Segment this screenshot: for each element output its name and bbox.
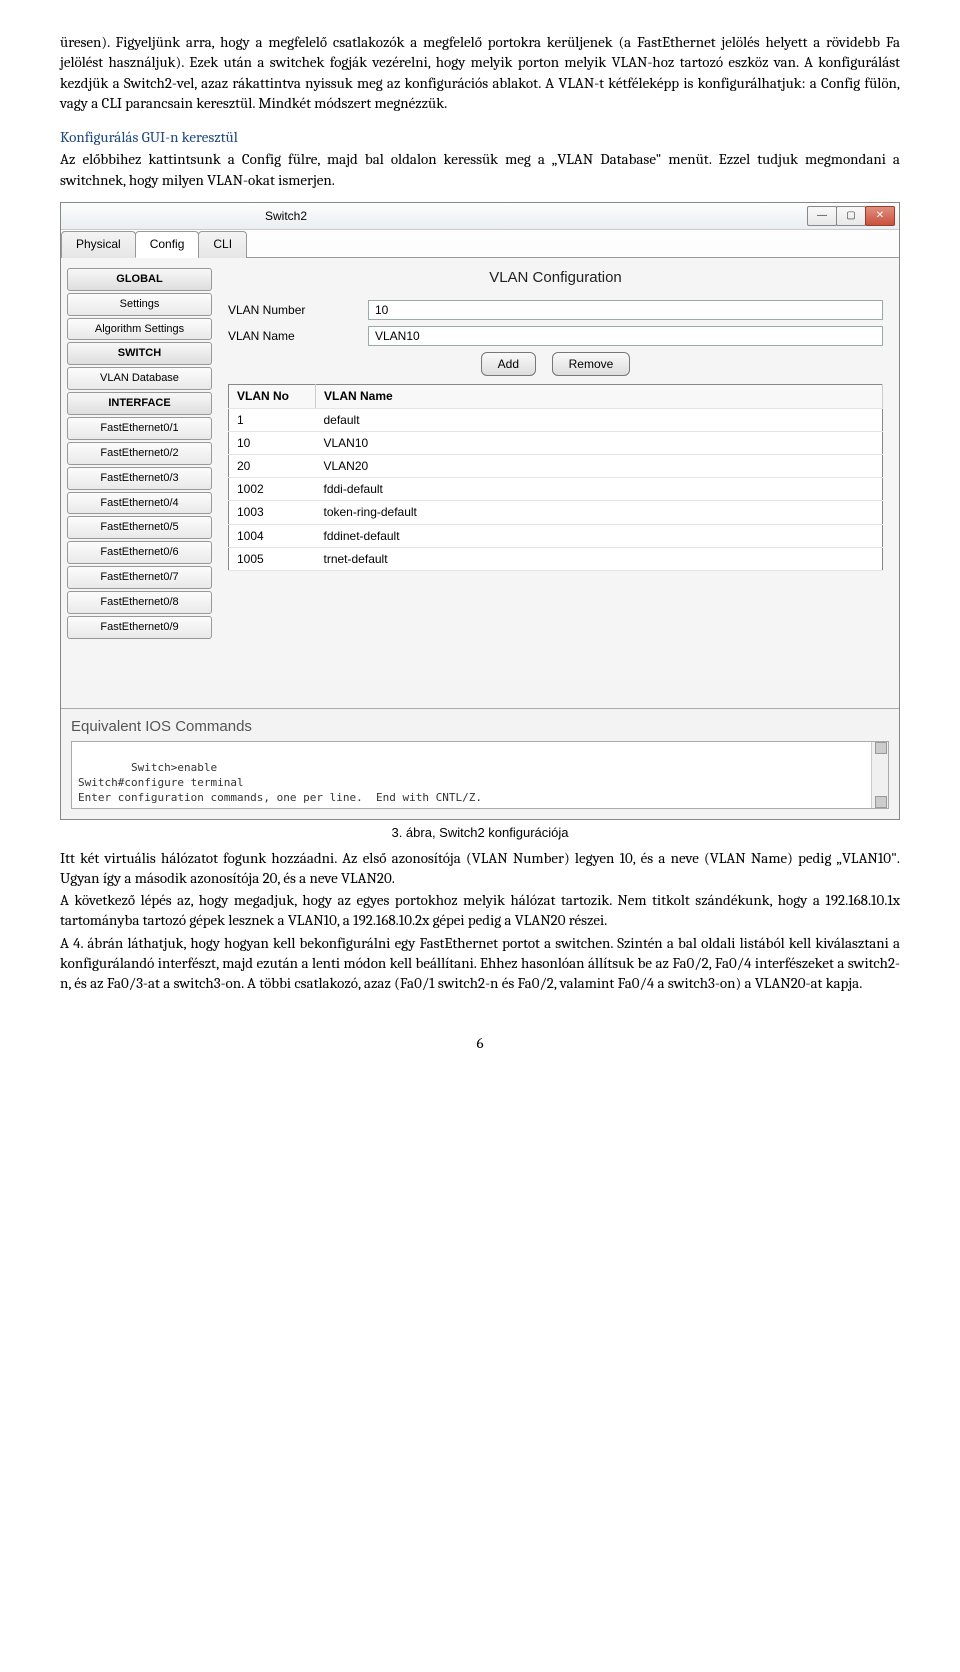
sidebar-item-port[interactable]: FastEthernet0/2	[67, 442, 212, 465]
sidebar-header-global: GLOBAL	[67, 268, 212, 291]
paragraph-2: Az előbbihez kattintsunk a Config fülre,…	[60, 149, 900, 190]
sidebar-item-port[interactable]: FastEthernet0/3	[67, 467, 212, 490]
input-vlan-name[interactable]	[368, 326, 883, 346]
input-vlan-number[interactable]	[368, 300, 883, 320]
table-row[interactable]: 20VLAN20	[229, 454, 883, 477]
paragraph-1: üresen). Figyeljünk arra, hogy a megfele…	[60, 32, 900, 113]
ios-text: Switch>enable Switch#configure terminal …	[78, 761, 482, 809]
window-title: Switch2	[265, 208, 307, 224]
table-row[interactable]: 10VLAN10	[229, 431, 883, 454]
sidebar-item-port[interactable]: FastEthernet0/6	[67, 541, 212, 564]
vlan-table: VLAN No VLAN Name 1default 10VLAN10 20VL…	[228, 384, 883, 571]
paragraph-4: A következő lépés az, hogy megadjuk, hog…	[60, 890, 900, 931]
sidebar-item-algorithm[interactable]: Algorithm Settings	[67, 318, 212, 341]
ios-title: Equivalent IOS Commands	[71, 717, 889, 737]
minimize-button[interactable]: —	[807, 206, 837, 226]
sidebar: GLOBAL Settings Algorithm Settings SWITC…	[61, 258, 218, 678]
main-panel: VLAN Configuration VLAN Number VLAN Name…	[218, 258, 899, 678]
sidebar-item-port[interactable]: FastEthernet0/5	[67, 516, 212, 539]
sidebar-item-port[interactable]: FastEthernet0/1	[67, 417, 212, 440]
figure-3: Switch2 — ▢ ✕ Physical Config CLI GLOBAL	[60, 202, 900, 820]
table-row[interactable]: 1003token-ring-default	[229, 501, 883, 524]
section-heading: Konfigurálás GUI-n keresztül	[60, 127, 900, 147]
maximize-button[interactable]: ▢	[836, 206, 866, 226]
paragraph-5: A 4. ábrán láthatjuk, hogy hogyan kell b…	[60, 933, 900, 994]
window-buttons: — ▢ ✕	[808, 206, 895, 226]
minimize-icon: —	[817, 209, 827, 223]
tab-cli[interactable]: CLI	[198, 231, 247, 258]
th-vlan-name: VLAN Name	[316, 385, 883, 408]
sidebar-item-vlandb[interactable]: VLAN Database	[67, 367, 212, 390]
th-vlan-no: VLAN No	[229, 385, 316, 408]
sidebar-item-port[interactable]: FastEthernet0/4	[67, 492, 212, 515]
sidebar-item-settings[interactable]: Settings	[67, 293, 212, 316]
add-button[interactable]: Add	[481, 352, 536, 376]
page-number: 6	[60, 1033, 900, 1053]
tab-physical[interactable]: Physical	[61, 231, 136, 258]
sidebar-item-port[interactable]: FastEthernet0/7	[67, 566, 212, 589]
figure-caption: 3. ábra, Switch2 konfigurációja	[60, 824, 900, 842]
table-row[interactable]: 1004fddinet-default	[229, 524, 883, 547]
scrollbar[interactable]	[871, 742, 888, 808]
tabs: Physical Config CLI	[61, 230, 899, 258]
config-body: GLOBAL Settings Algorithm Settings SWITC…	[61, 258, 899, 678]
tab-config[interactable]: Config	[135, 231, 200, 258]
ios-output[interactable]: Switch>enable Switch#configure terminal …	[71, 741, 889, 809]
sidebar-header-interface: INTERFACE	[67, 392, 212, 415]
switch2-window: Switch2 — ▢ ✕ Physical Config CLI GLOBAL	[60, 202, 900, 820]
label-vlan-number: VLAN Number	[228, 302, 358, 318]
table-row[interactable]: 1002fddi-default	[229, 478, 883, 501]
paragraph-3: Itt két virtuális hálózatot fogunk hozzá…	[60, 848, 900, 889]
titlebar: Switch2 — ▢ ✕	[61, 203, 899, 230]
sidebar-header-switch: SWITCH	[67, 342, 212, 365]
remove-button[interactable]: Remove	[552, 352, 631, 376]
label-vlan-name: VLAN Name	[228, 328, 358, 344]
close-icon: ✕	[876, 209, 884, 223]
sidebar-item-port[interactable]: FastEthernet0/9	[67, 616, 212, 639]
table-row[interactable]: 1default	[229, 408, 883, 431]
sidebar-item-port[interactable]: FastEthernet0/8	[67, 591, 212, 614]
close-button[interactable]: ✕	[865, 206, 895, 226]
maximize-icon: ▢	[846, 209, 855, 223]
table-row[interactable]: 1005trnet-default	[229, 547, 883, 570]
panel-title: VLAN Configuration	[228, 268, 883, 288]
ios-section: Equivalent IOS Commands Switch>enable Sw…	[61, 708, 899, 819]
